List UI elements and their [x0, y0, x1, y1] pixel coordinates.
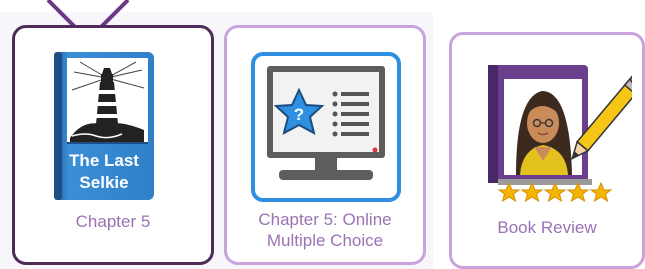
card-label: Chapter 5: Online Multiple Choice	[227, 209, 423, 251]
five-star-rating	[497, 181, 613, 203]
quiz-monitor-icon: ?	[251, 52, 401, 202]
book-title-line-2: Selkie	[79, 173, 129, 192]
activity-card-book-review[interactable]: Book Review	[449, 32, 645, 269]
card-label-line-1: Chapter 5: Online	[258, 210, 392, 229]
card-label: Book Review	[497, 218, 597, 237]
card-label: Chapter 5	[75, 212, 151, 231]
activity-card-online-multiple-choice[interactable]: ? Chapter 5: Online Multiple Choice	[224, 25, 426, 265]
activity-card-chapter-5[interactable]: The Last Selkie Chapter 5	[12, 25, 214, 265]
svg-text:?: ?	[294, 105, 304, 124]
book-title-line-1: The Last	[69, 151, 139, 170]
book-review-icon	[482, 57, 645, 207]
card-label-line-2: Multiple Choice	[266, 231, 384, 250]
book-cover-icon: The Last Selkie	[52, 50, 156, 202]
